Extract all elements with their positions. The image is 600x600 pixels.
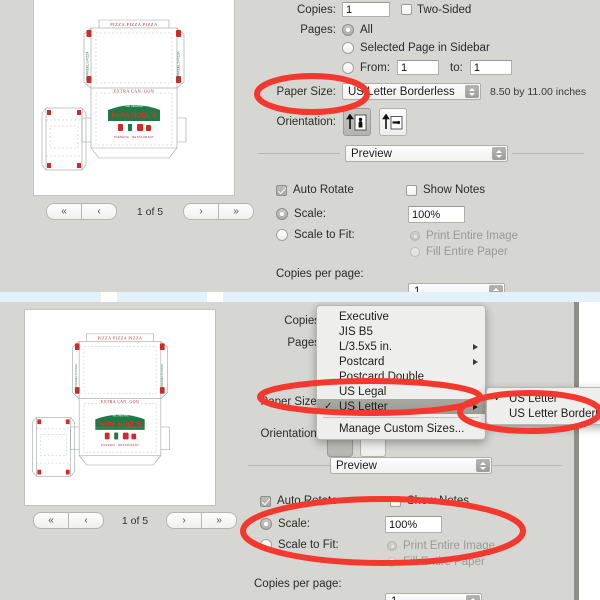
auto-rotate-checkbox[interactable] — [276, 184, 287, 196]
menu-item-label: JIS B5 — [339, 325, 373, 338]
submenu-arrow-icon — [473, 358, 478, 365]
copies-per-page-label: Copies per page: — [276, 268, 364, 280]
panel-divider-band — [0, 292, 600, 302]
section-divider-right — [512, 153, 584, 154]
chevron-updown-icon — [466, 595, 480, 600]
print-module-popup[interactable]: Preview — [345, 145, 508, 162]
scale-input[interactable]: 100% — [408, 206, 465, 223]
panel-divider-gap-left — [101, 292, 117, 302]
annotation-ellipse-paper-size-label — [254, 73, 370, 115]
print-dialog-before: PIZZA PIZZA PIZZA EXTRA CAN .GON PAPANOE… — [0, 0, 600, 292]
pages-selected-radio[interactable] — [342, 42, 354, 54]
pages-to-input[interactable]: 1 — [469, 60, 512, 75]
copies-label: Copies: — [297, 3, 336, 16]
pages-label: Pages: — [300, 24, 336, 36]
submenu-arrow-icon — [473, 343, 478, 350]
orientation-label: Orientation: — [276, 116, 336, 128]
chevron-updown-icon — [476, 459, 490, 472]
two-sided-label: Two-Sided — [417, 3, 472, 16]
menu-item-label: L/3.5x5 in. — [339, 340, 393, 353]
annotation-ellipse-scale-group — [240, 496, 526, 566]
copies-per-page-popup[interactable]: 1 — [385, 593, 482, 600]
copies-per-page-value: 1 — [391, 596, 397, 600]
chevron-updown-icon — [489, 285, 503, 292]
section-divider-left — [248, 465, 330, 466]
pages-all-radio[interactable] — [342, 24, 354, 36]
pages-label: Pages — [287, 337, 320, 349]
print-module-popup[interactable]: Preview — [330, 457, 492, 474]
menu-item-label: Manage Custom Sizes... — [339, 422, 465, 435]
menu-item-label: Executive — [339, 310, 389, 323]
copies-per-page-popup[interactable]: 1 — [408, 283, 505, 292]
print-entire-image-label: Print Entire Image — [426, 230, 519, 242]
show-notes-checkbox[interactable] — [406, 184, 417, 196]
menu-item-postcard[interactable]: Postcard — [317, 354, 485, 369]
print-module-value: Preview — [336, 459, 377, 472]
fill-entire-paper-radio[interactable] — [410, 247, 420, 257]
two-sided-checkbox[interactable] — [401, 4, 412, 15]
paper-size-dimensions: 8.50 by 11.00 inches — [490, 85, 587, 98]
copies-per-page-label: Copies per page: — [254, 578, 342, 590]
copies-input[interactable]: 1 — [342, 2, 390, 17]
scale-radio[interactable] — [276, 208, 288, 220]
scale-to-fit-radio[interactable] — [276, 229, 288, 241]
pages-all-label: All — [360, 24, 373, 36]
chevron-updown-icon — [492, 147, 506, 160]
print-module-value: Preview — [351, 147, 392, 160]
auto-rotate-label: Auto Rotate — [293, 184, 354, 196]
print-options-form-top: Copies: 1 Two-Sided Pages: All Selected … — [0, 0, 600, 292]
menu-item-l-3-5x5[interactable]: L/3.5x5 in. — [317, 339, 485, 354]
orientation-landscape-button[interactable] — [379, 108, 407, 136]
menu-item-executive[interactable]: Executive — [317, 309, 485, 324]
panel-divider-gap-right — [207, 292, 223, 302]
print-entire-image-radio[interactable] — [410, 231, 420, 241]
menu-item-jis-b5[interactable]: JIS B5 — [317, 324, 485, 339]
panel-right-background — [579, 302, 600, 600]
copies-label: Copies — [284, 315, 320, 327]
pages-from-input[interactable]: 1 — [397, 60, 440, 75]
pages-to-label: to: — [450, 61, 463, 74]
landscape-icon — [382, 113, 403, 130]
chevron-updown-icon — [465, 85, 479, 98]
section-divider-right — [492, 465, 562, 466]
annotation-ellipse-us-letter-menu-item — [257, 378, 483, 416]
annotation-ellipse-us-letter-borderless — [457, 390, 600, 434]
scale-label: Scale: — [294, 208, 326, 220]
show-notes-label: Show Notes — [423, 184, 486, 196]
fill-entire-paper-label: Fill Entire Paper — [426, 246, 508, 258]
orientation-label: Orientation: — [260, 428, 320, 440]
scale-to-fit-label: Scale to Fit: — [294, 229, 355, 241]
pages-selected-label: Selected Page in Sidebar — [360, 42, 490, 54]
section-divider-left — [258, 153, 340, 154]
screenshot-stage: PIZZA PIZZA PIZZA EXTRA CAN .GON PAPANOE… — [0, 0, 600, 600]
menu-item-label: Postcard — [339, 355, 385, 368]
